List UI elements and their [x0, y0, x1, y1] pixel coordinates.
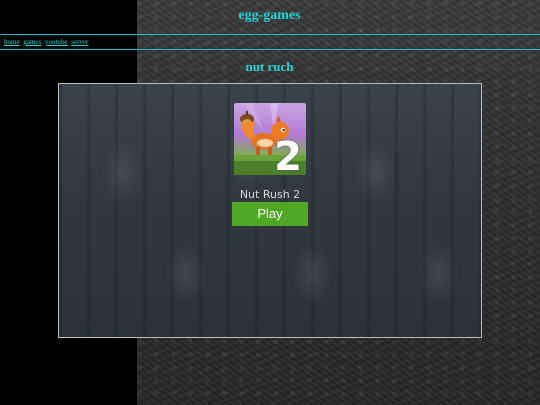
play-button[interactable]: Play	[232, 202, 308, 226]
nav-bar: home games youtube server	[0, 34, 540, 50]
nav-link-youtube[interactable]: youtube	[45, 38, 68, 46]
game-frame[interactable]: 2 Nut Rush 2 Play	[58, 83, 482, 338]
nav-link-server[interactable]: server	[71, 38, 88, 46]
site-title: egg-games	[238, 8, 301, 23]
thumbnail-badge: 2	[274, 134, 302, 175]
nav-link-games[interactable]: games	[23, 38, 41, 46]
page-heading: nut ruch	[245, 59, 294, 74]
game-thumbnail: 2	[234, 103, 306, 175]
nav-links: home games youtube server	[4, 38, 90, 46]
nav-link-home[interactable]: home	[4, 38, 20, 46]
game-title: Nut Rush 2	[239, 188, 301, 201]
